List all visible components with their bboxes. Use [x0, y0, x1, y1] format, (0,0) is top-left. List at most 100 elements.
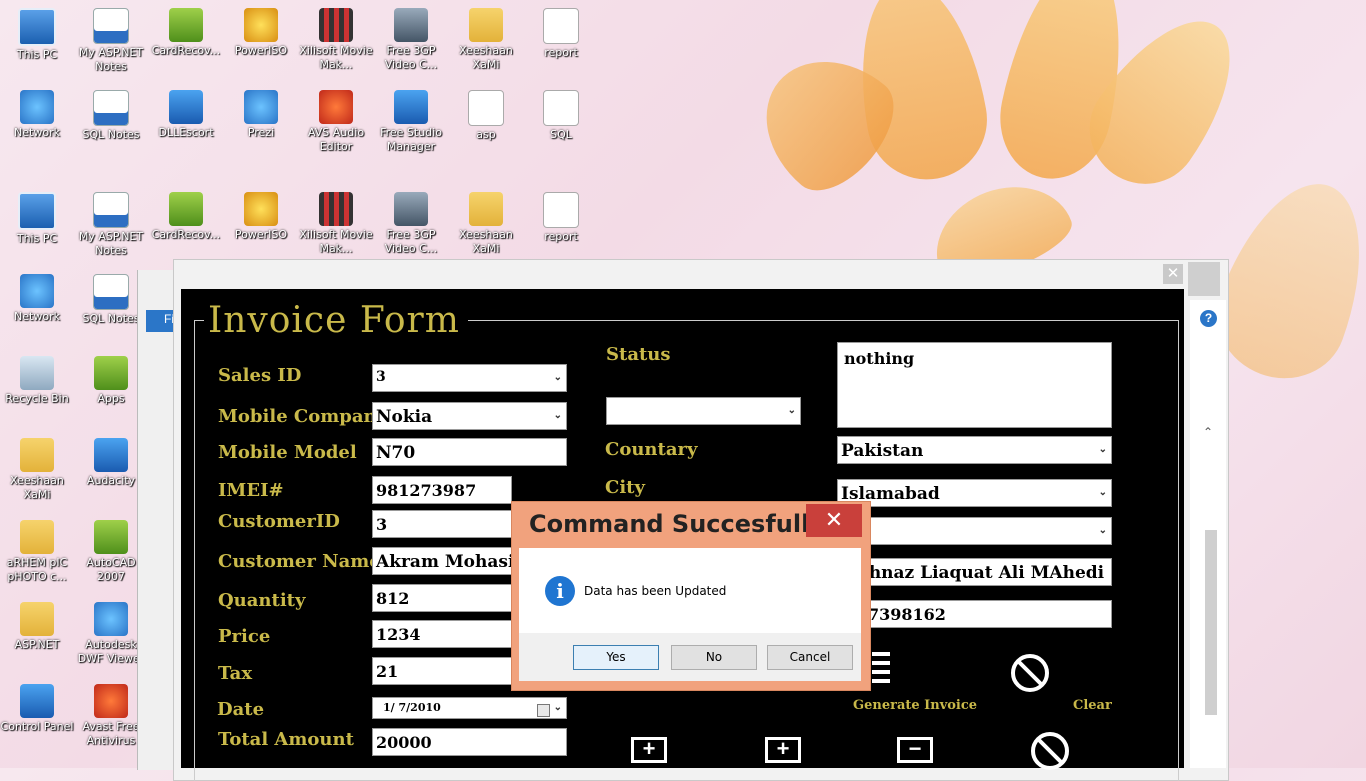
generate-invoice-button[interactable]: Generate Invoice [853, 698, 977, 713]
folder-icon [20, 520, 54, 554]
tax-field[interactable]: 21 [372, 657, 512, 685]
status-select[interactable]: ⌄ [606, 397, 801, 425]
desktop-icon-recycle-bin[interactable]: Recycle Bin [0, 356, 74, 406]
desktop-icon-this-pc[interactable]: This PC [0, 8, 74, 62]
desktop-icon-sql[interactable]: SQL [524, 90, 598, 142]
price-field[interactable]: 1234 [372, 620, 512, 648]
desktop-icon-dllescort[interactable]: DLLEscort [149, 90, 223, 140]
studio-manager-icon [394, 90, 428, 124]
add-icon[interactable]: + [631, 737, 667, 763]
desktop-icon-cardrecovery[interactable]: CardRecov... [149, 8, 223, 58]
name-field[interactable]: ehnaz Liaquat Ali MAhedi [837, 558, 1112, 586]
label-total-amount: Total Amount [218, 729, 354, 750]
generate-invoice-icon[interactable] [872, 652, 890, 690]
scroll-up-arrow-icon[interactable]: ⌃ [1203, 425, 1213, 439]
desktop-icon-free-studio[interactable]: Free Studio Manager [374, 90, 448, 154]
imei-field[interactable]: 981273987 [372, 476, 512, 504]
country-select[interactable]: Pakistan ⌄ [837, 436, 1112, 464]
cancel-icon[interactable] [1031, 732, 1069, 770]
sales-id-select[interactable]: 3 ⌄ [372, 364, 567, 392]
phone-icon [394, 8, 428, 42]
dialog-close-button[interactable]: ✕ [806, 504, 862, 537]
customer-name-field[interactable]: Akram Mohasin [372, 547, 512, 575]
control-panel-icon [20, 684, 54, 718]
total-amount-field[interactable]: 20000 [372, 728, 567, 756]
desktop-icon-xeeshaan[interactable]: Xeeshaan XaMi [449, 192, 523, 256]
desktop-icon-control-panel[interactable]: Control Panel [0, 684, 74, 734]
desktop-icon-aspnet-notes[interactable]: My ASP.NET Notes [74, 8, 148, 74]
film-icon [319, 192, 353, 226]
audacity-icon [94, 438, 128, 472]
customer-id-field[interactable]: 3 [372, 510, 512, 538]
desktop-icon-report[interactable]: report [524, 8, 598, 60]
remove-icon[interactable]: − [897, 737, 933, 763]
desktop-icon-this-pc[interactable]: This PC [0, 192, 74, 246]
dllescort-icon [169, 90, 203, 124]
dialog-message: Data has been Updated [584, 584, 727, 598]
area-select[interactable]: ⌄ [837, 517, 1112, 545]
desktop-icon-poweriso[interactable]: PowerISO [224, 8, 298, 58]
film-icon [319, 8, 353, 42]
word-document-icon [93, 192, 129, 228]
label-customer-name: Customer Name [218, 551, 381, 572]
clear-icon[interactable] [1011, 654, 1049, 692]
date-picker[interactable]: 1/ 7/2010 ⌄ [372, 697, 567, 719]
form-title: Invoice Form [204, 300, 468, 341]
audio-editor-icon [319, 90, 353, 124]
desktop-icon-network[interactable]: Network [0, 90, 74, 140]
poweriso-icon [244, 192, 278, 226]
prezi-icon [244, 90, 278, 124]
desktop-icon-xilisoft[interactable]: Xilisoft Movie Mak... [299, 192, 373, 256]
desktop-icon-xeeshaan-2[interactable]: Xeeshaan XaMi [0, 438, 74, 502]
desktop-icon-prezi[interactable]: Prezi [224, 90, 298, 140]
label-date: Date [217, 699, 265, 720]
desktop-icon-report[interactable]: report [524, 192, 598, 244]
mobile-model-field[interactable]: N70 [372, 438, 567, 466]
label-price: Price [218, 626, 271, 647]
desktop-icon-xeeshaan[interactable]: Xeeshaan XaMi [449, 8, 523, 72]
file-icon [543, 8, 579, 44]
label-mobile-company: Mobile Company [218, 406, 388, 427]
file-icon [543, 192, 579, 228]
phone-icon [394, 192, 428, 226]
desktop-icon-cardrecovery[interactable]: CardRecov... [149, 192, 223, 242]
chevron-down-icon: ⌄ [787, 405, 796, 416]
chevron-down-icon: ⌄ [1098, 444, 1107, 455]
quantity-field[interactable]: 812 [372, 584, 512, 612]
no-button[interactable]: No [671, 645, 757, 670]
status-textarea[interactable]: nothing [837, 342, 1112, 428]
file-icon [468, 90, 504, 126]
dialog-title: Command Succesfull [529, 510, 810, 538]
help-icon[interactable]: ? [1200, 310, 1217, 327]
cardrecovery-icon [169, 8, 203, 42]
poweriso-icon [244, 8, 278, 42]
desktop-icon-poweriso[interactable]: PowerISO [224, 192, 298, 242]
chevron-down-icon: ⌄ [553, 410, 562, 421]
desktop-icon-free-3gp[interactable]: Free 3GP Video C... [374, 8, 448, 72]
recycle-bin-icon [20, 356, 54, 390]
label-country: Countary [605, 439, 698, 460]
desktop-icon-avs-audio[interactable]: AVS Audio Editor [299, 90, 373, 154]
desktop-icon-arhem[interactable]: aRHEM pIC pHOTO c... [0, 520, 74, 584]
desktop-icon-sql-notes[interactable]: SQL Notes [74, 90, 148, 142]
desktop-icon-free-3gp[interactable]: Free 3GP Video C... [374, 192, 448, 256]
mobile-company-select[interactable]: Nokia ⌄ [372, 402, 567, 430]
clear-button[interactable]: Clear [1073, 698, 1112, 713]
desktop-icon-xilisoft[interactable]: Xilisoft Movie Mak... [299, 8, 373, 72]
city-select[interactable]: Islamabad ⌄ [837, 479, 1112, 507]
add-icon[interactable]: + [765, 737, 801, 763]
chevron-down-icon: ⌄ [553, 372, 562, 383]
scrollbar-thumb[interactable] [1205, 530, 1217, 715]
desktop-icon-asp[interactable]: asp [449, 90, 523, 142]
window-close-button[interactable]: ✕ [1163, 264, 1183, 284]
desktop-icon-aspnet-notes[interactable]: My ASP.NET Notes [74, 192, 148, 258]
desktop-icon-aspnet[interactable]: ASP.NET [0, 602, 74, 652]
label-status: Status [606, 344, 671, 365]
cancel-button[interactable]: Cancel [767, 645, 853, 670]
label-tax: Tax [218, 663, 253, 684]
chevron-down-icon: ⌄ [1098, 525, 1107, 536]
phone-field[interactable]: 7398162 [837, 600, 1112, 628]
desktop-icon-network[interactable]: Network [0, 274, 74, 324]
label-sales-id: Sales ID [218, 365, 302, 386]
yes-button[interactable]: Yes [573, 645, 659, 670]
